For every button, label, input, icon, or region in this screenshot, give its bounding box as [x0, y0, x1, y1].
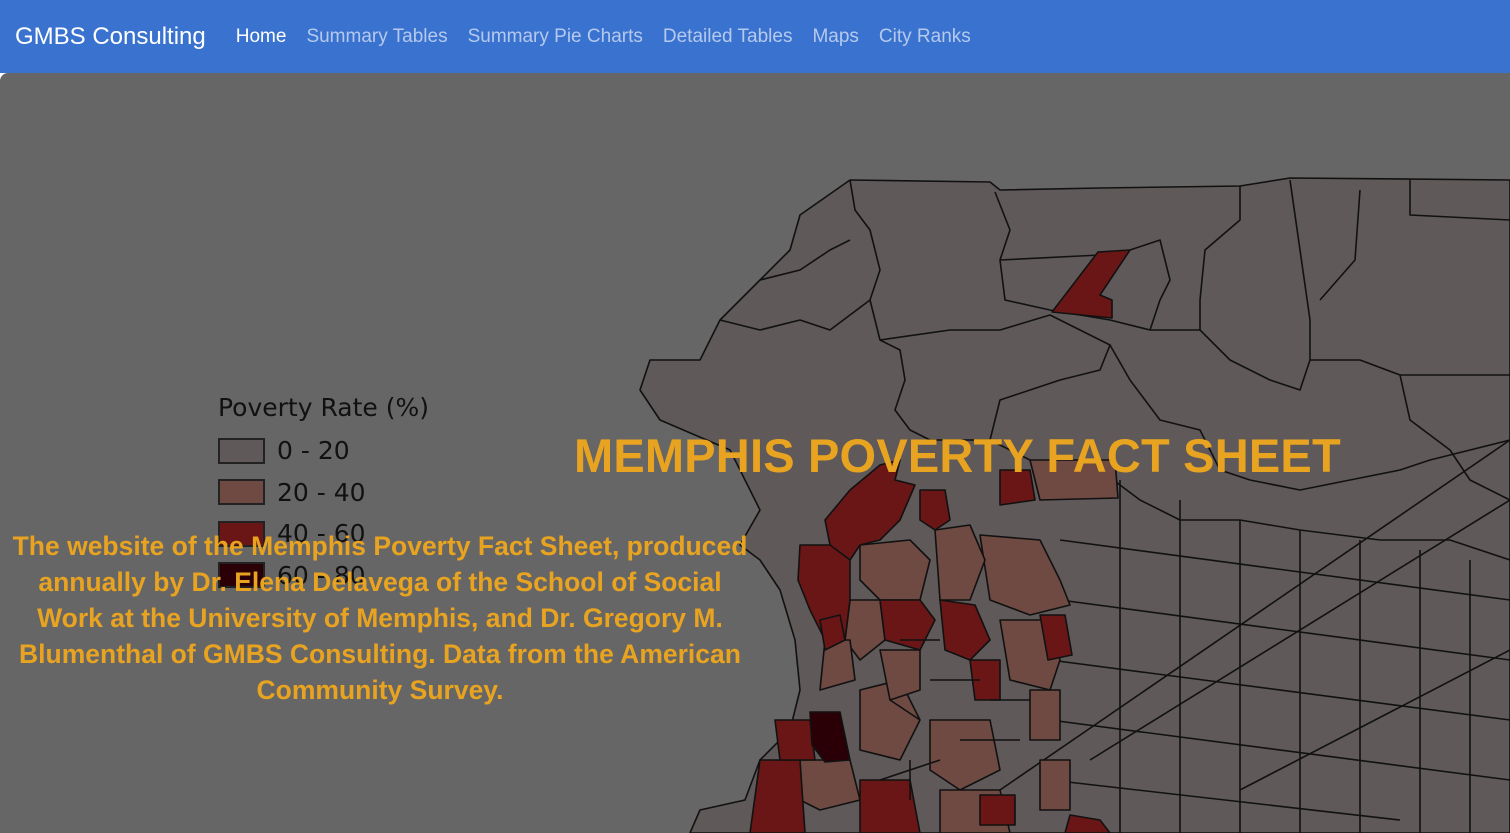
- brand-logo[interactable]: GMBS Consulting: [15, 23, 206, 51]
- nav-item-home[interactable]: Home: [236, 26, 287, 48]
- map-county-outline: [639, 177, 1510, 833]
- map-tract-20-40: [859, 539, 931, 601]
- nav-item-detailed-tables[interactable]: Detailed Tables: [663, 26, 793, 48]
- legend-label: 20 - 40: [277, 477, 366, 507]
- map-tract-20-40: [799, 759, 861, 811]
- hero-title: MEMPHIS POVERTY FACT SHEET: [574, 429, 1341, 482]
- legend-swatch-20-40: [218, 479, 265, 506]
- legend-item: 20 - 40: [218, 472, 429, 514]
- nav-item-city-ranks[interactable]: City Ranks: [879, 26, 971, 48]
- nav-item-summary-tables[interactable]: Summary Tables: [306, 26, 447, 48]
- nav-item-maps[interactable]: Maps: [812, 26, 858, 48]
- legend-item: 0 - 20: [218, 430, 429, 472]
- legend-swatch-0-20: [218, 437, 265, 464]
- nav-item-summary-pie-charts[interactable]: Summary Pie Charts: [468, 26, 643, 48]
- map-tract-20-40: [1029, 689, 1061, 741]
- map-tract-40-60: [774, 719, 816, 761]
- legend-title: Poverty Rate (%): [218, 393, 430, 422]
- map-tract-40-60: [749, 759, 806, 833]
- navbar: GMBS Consulting Home Summary Tables Summ…: [0, 0, 1510, 73]
- legend-label: 0 - 20: [277, 436, 350, 466]
- map-tract-40-60: [979, 794, 1016, 826]
- map-tract-20-40: [1039, 759, 1071, 811]
- map-tract-40-60: [859, 779, 921, 833]
- hero-description: The website of the Memphis Poverty Fact …: [12, 531, 748, 705]
